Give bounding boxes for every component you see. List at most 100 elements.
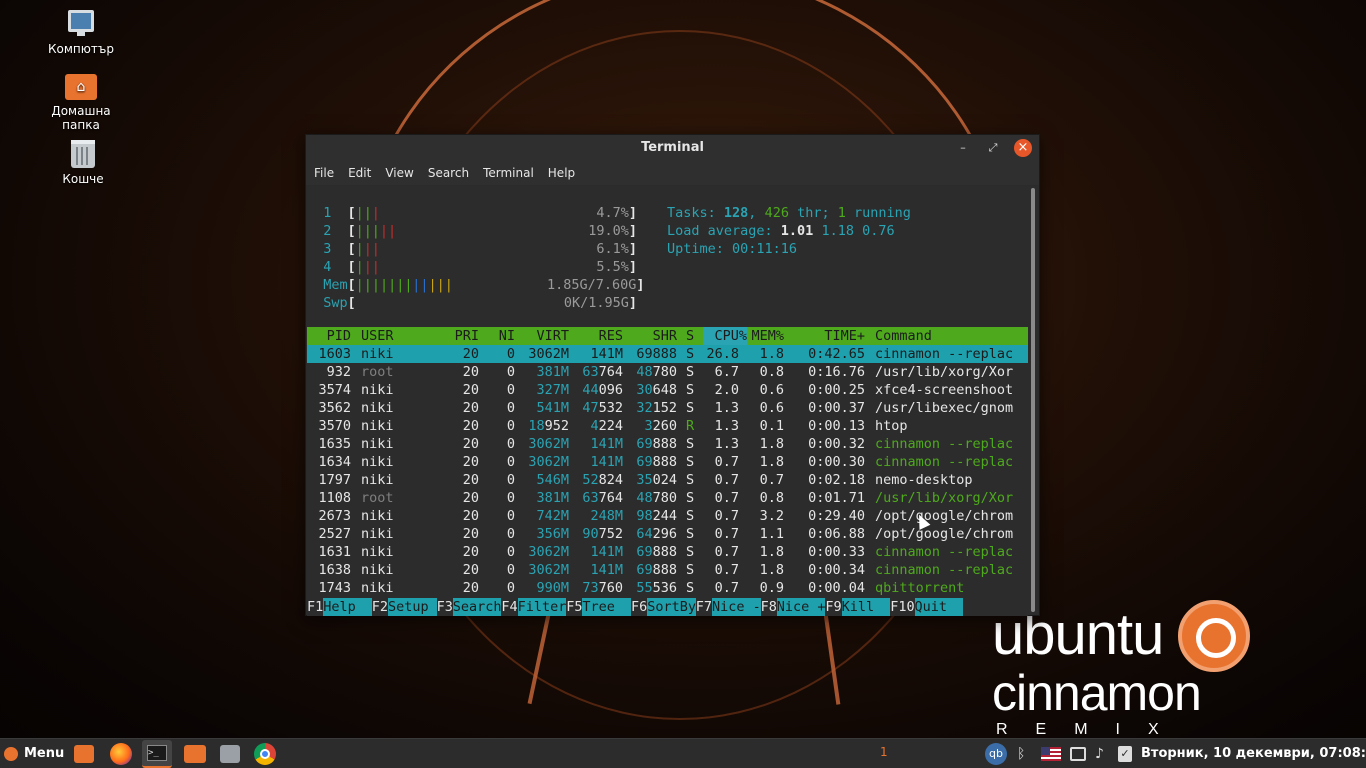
process-ni: 0	[506, 580, 515, 596]
menu-terminal[interactable]: Terminal	[483, 161, 534, 185]
process-user: niki	[361, 454, 394, 470]
fkey-f6[interactable]: F6	[631, 598, 647, 616]
process-res: 44096	[582, 382, 623, 398]
process-row[interactable]: 1634 niki 20 0 3062M 141M 69888 S 0.7 1.8 0:00.30 c…	[307, 453, 1028, 471]
fkey-f5[interactable]: F5	[566, 598, 582, 616]
process-row[interactable]: 1603 niki 20 0 3062M 141M 69888 S 26.8 1.8 0:42.65…	[307, 345, 1028, 363]
column-header-pri[interactable]: PRI	[455, 327, 479, 345]
fkey-f3[interactable]: F3	[437, 598, 453, 616]
process-cmd: cinnamon --replac	[875, 454, 1014, 470]
process-virt: 3062M	[528, 436, 569, 452]
cpu-meter-bar: |	[371, 223, 380, 239]
process-mem: 3.2	[759, 508, 784, 524]
menu-help[interactable]: Help	[548, 161, 575, 185]
desktop-icon-home[interactable]: ⌂ Домашна папка	[36, 74, 126, 132]
fkey-label[interactable]: Search	[452, 598, 502, 616]
files-icon[interactable]	[184, 745, 206, 763]
process-row[interactable]: 1108 root 20 0 381M 63764 48780 S 0.7 0.8 0:01.71 /…	[307, 489, 1028, 507]
maximize-button[interactable]: ⤢	[984, 139, 1002, 157]
menu-file[interactable]: File	[314, 161, 334, 185]
keyboard-layout-icon[interactable]	[1041, 747, 1061, 761]
show-desktop-icon[interactable]	[74, 745, 94, 763]
process-mem: 1.8	[759, 454, 784, 470]
removable-drives-icon[interactable]	[1070, 747, 1086, 761]
process-s: S	[686, 346, 695, 362]
column-header-cmd[interactable]: Command	[875, 327, 932, 345]
qbittorrent-tray-icon[interactable]: qb	[985, 743, 1007, 765]
column-header-ni[interactable]: NI	[499, 327, 515, 345]
sound-icon[interactable]: ♪	[1095, 745, 1104, 763]
fkey-label[interactable]: Help	[323, 598, 372, 616]
fkey-label[interactable]: Filter	[517, 598, 566, 616]
fkey-f10[interactable]: F10	[890, 598, 914, 616]
process-cpu: 26.8	[706, 346, 739, 362]
menu-view[interactable]: View	[385, 161, 413, 185]
column-header-virt[interactable]: VIRT	[536, 327, 569, 345]
process-time: 0:00.32	[808, 436, 865, 452]
process-virt: 3062M	[528, 454, 569, 470]
clock[interactable]: Вторник, 10 декември, 07:08:47	[1141, 745, 1366, 763]
close-button[interactable]: ×	[1014, 139, 1032, 157]
column-header-mem[interactable]: MEM%	[751, 327, 784, 345]
fkey-f8[interactable]: F8	[761, 598, 777, 616]
fkey-label[interactable]: Nice -	[712, 598, 761, 616]
terminal-taskbar-button[interactable]: >_	[142, 740, 172, 768]
process-ni: 0	[506, 364, 515, 380]
process-row[interactable]: 3562 niki 20 0 541M 47532 32152 S 1.3 0.6 0:00.37 /…	[307, 399, 1028, 417]
firefox-icon[interactable]	[110, 743, 132, 765]
terminal-scrollbar[interactable]	[1028, 186, 1038, 614]
process-cpu: 1.3	[714, 400, 739, 416]
fkey-label[interactable]: Quit	[914, 598, 964, 616]
fkey-label[interactable]: Tree	[582, 598, 631, 616]
column-header-s[interactable]: S	[686, 327, 694, 345]
process-res: 47532	[582, 400, 623, 416]
menu-button[interactable]: Menu	[4, 745, 64, 763]
fkey-label[interactable]: Setup	[388, 598, 437, 616]
desktop-icon-trash[interactable]: Кошче	[38, 140, 128, 186]
update-icon[interactable]: ✓	[1118, 746, 1132, 762]
process-row[interactable]: 3570 niki 20 0 18952 4224 3260 R 1.3 0.1 0:00.13 ht…	[307, 417, 1028, 435]
process-row[interactable]: 1743 niki 20 0 990M 73760 55536 S 0.7 0.9 0:00.04 q…	[307, 579, 1028, 597]
column-header-cpu[interactable]: CPU%	[703, 327, 747, 345]
process-s: S	[686, 526, 695, 542]
process-row[interactable]: 1631 niki 20 0 3062M 141M 69888 S 0.7 1.8 0:00.33 c…	[307, 543, 1028, 561]
fkey-label[interactable]: Kill	[841, 598, 891, 616]
column-header-res[interactable]: RES	[599, 327, 623, 345]
fkey-label[interactable]: SortBy	[647, 598, 696, 616]
menu-search[interactable]: Search	[428, 161, 469, 185]
workspace-switcher[interactable]: 1	[880, 745, 888, 759]
process-user: niki	[361, 472, 394, 488]
process-cmd: htop	[875, 418, 908, 434]
process-row[interactable]: 3574 niki 20 0 327M 44096 30648 S 2.0 0.6 0:00.25 x…	[307, 381, 1028, 399]
process-s: S	[686, 562, 695, 578]
process-shr: 35024	[636, 472, 677, 488]
process-row[interactable]: 1635 niki 20 0 3062M 141M 69888 S 1.3 1.8 0:00.32 c…	[307, 435, 1028, 453]
fkey-f9[interactable]: F9	[825, 598, 841, 616]
terminal-content[interactable]: 1[| | | 4.7%] 2[| | | | | 19.0%] 3[| | | 6.1%] 4[| | | 5.…	[307, 186, 1028, 616]
fkey-f7[interactable]: F7	[696, 598, 712, 616]
bluetooth-icon[interactable]: ᛒ	[1017, 745, 1025, 763]
column-header-user[interactable]: USER	[361, 327, 394, 345]
scrollbar-thumb[interactable]	[1031, 188, 1035, 612]
process-cpu: 2.0	[714, 382, 739, 398]
fkey-f4[interactable]: F4	[501, 598, 517, 616]
menu-bar: File Edit View Search Terminal Help	[306, 161, 1039, 185]
column-header-shr[interactable]: SHR	[653, 327, 677, 345]
process-shr: 48780	[636, 490, 677, 506]
terminal-window[interactable]: Terminal – ⤢ × File Edit View Search Termina…	[305, 134, 1040, 616]
process-row[interactable]: 1638 niki 20 0 3062M 141M 69888 S 0.7 1.8 0:00.34 c…	[307, 561, 1028, 579]
desktop-icon-computer[interactable]: Компютър	[36, 10, 126, 56]
column-header-pid[interactable]: PID	[327, 327, 351, 345]
process-row[interactable]: 1797 niki 20 0 546M 52824 35024 S 0.7 0.7 0:02.18 n…	[307, 471, 1028, 489]
chrome-icon[interactable]	[254, 743, 276, 765]
fkey-f1[interactable]: F1	[307, 598, 323, 616]
fkey-f2[interactable]: F2	[372, 598, 388, 616]
process-row[interactable]: 932 root 20 0 381M 63764 48780 S 6.7 0.8 0:16.76/u…	[307, 363, 1028, 381]
menu-edit[interactable]: Edit	[348, 161, 371, 185]
screenshot-icon[interactable]	[220, 745, 240, 763]
fkey-label[interactable]: Nice +	[776, 598, 826, 616]
minimize-button[interactable]: –	[954, 139, 972, 157]
column-header-time[interactable]: TIME+	[824, 327, 865, 345]
process-time: 0:02.18	[808, 472, 865, 488]
window-titlebar[interactable]: Terminal – ⤢ ×	[306, 135, 1039, 161]
